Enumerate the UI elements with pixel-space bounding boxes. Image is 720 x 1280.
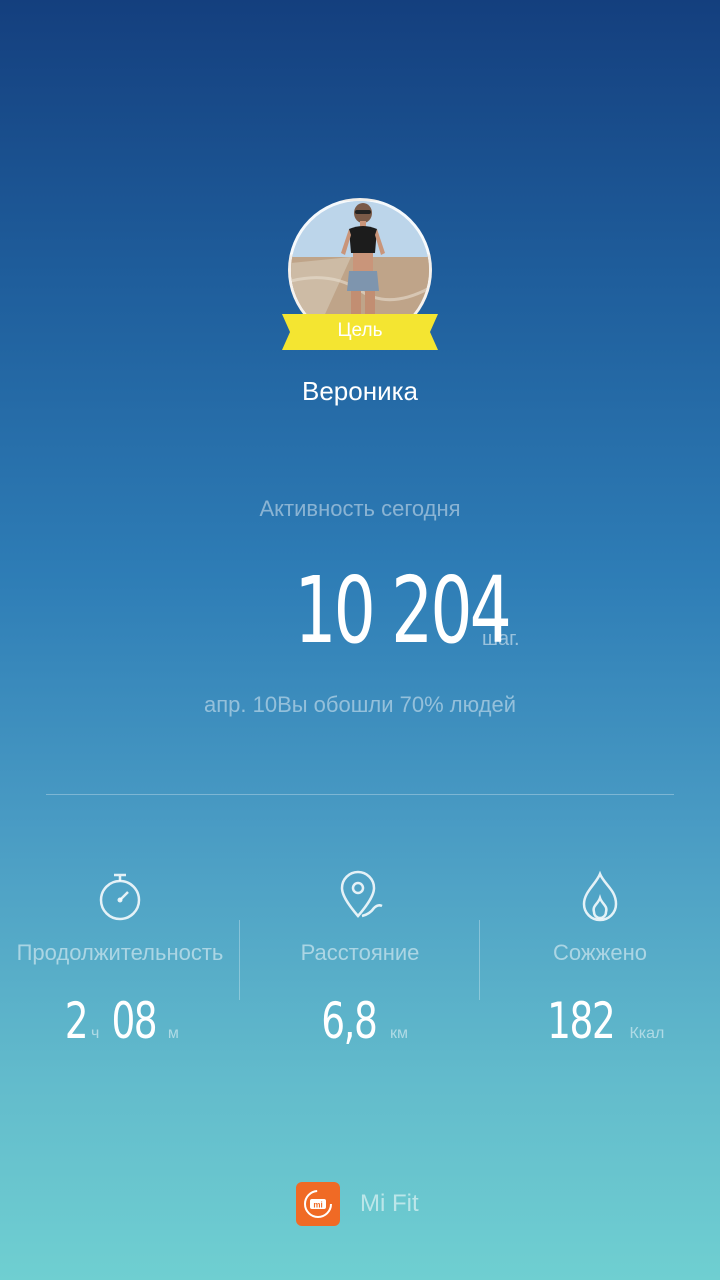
distance-value-row: 6,8 км (240, 992, 480, 1050)
stat-burned[interactable]: Сожжено 182 Ккал (480, 870, 720, 1050)
duration-value: 2ч 08 м (0, 992, 240, 1050)
distance-unit: км (389, 1025, 408, 1042)
distance-label: Расстояние (300, 940, 420, 965)
goal-ribbon-label: Цель (337, 320, 383, 341)
burned-value: 182 (546, 992, 616, 1050)
location-pin-icon (340, 870, 383, 918)
flame-icon (582, 870, 618, 922)
stat-distance[interactable]: Расстояние 6,8 км (240, 870, 480, 1050)
steps-value: 10 204 (294, 557, 511, 664)
goal-ribbon: Цель (282, 314, 438, 350)
steps-counter[interactable]: 10 204 шаг. (0, 556, 720, 666)
mi-logo-text: mi (313, 1201, 322, 1210)
distance-value: 6,8 (321, 992, 378, 1050)
burned-unit: Ккал (629, 1025, 665, 1042)
divider (46, 794, 674, 795)
duration-minutes-unit: м (167, 1025, 179, 1042)
activity-today-label: Активность сегодня (259, 496, 461, 521)
steps-unit: шаг. (482, 628, 520, 650)
duration-hours: 2 (64, 992, 89, 1050)
stat-duration[interactable]: Продолжительность 2ч 08 м (0, 870, 240, 1050)
brand-name: Mi Fit (360, 1190, 419, 1217)
burned-value-row: 182 Ккал (480, 992, 720, 1050)
burned-label: Сожжено (553, 940, 647, 965)
user-name: Вероника (301, 376, 418, 406)
duration-minutes: 08 (111, 992, 157, 1050)
duration-label: Продолжительность (16, 940, 224, 965)
duration-hours-unit: ч (90, 1025, 100, 1042)
profile-avatar-block[interactable]: Цель (282, 198, 438, 358)
comparison-text: апр. 10Вы обошли 70% людей (204, 692, 516, 717)
stopwatch-icon (99, 873, 141, 921)
mi-fit-logo: mi (296, 1182, 340, 1226)
